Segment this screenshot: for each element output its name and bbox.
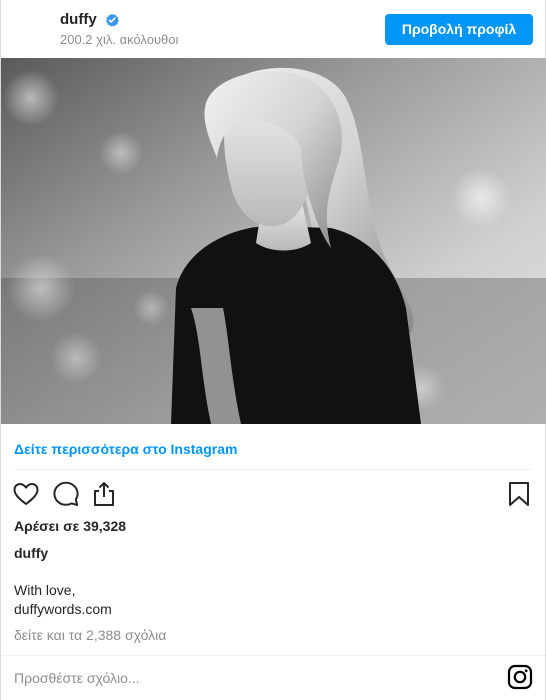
username[interactable]: duffy	[60, 11, 97, 29]
view-profile-button[interactable]: Προβολή προφίλ	[385, 14, 533, 45]
caption-line-1: With love,	[14, 582, 76, 598]
followers-count: 200.2 χιλ. ακόλουθοι	[60, 32, 179, 47]
add-comment-input[interactable]: Προσθέστε σχόλιο...	[14, 669, 140, 687]
comment-icon[interactable]	[52, 480, 80, 508]
caption-line-2: duffywords.com	[14, 601, 112, 617]
post-header: duffy 200.2 χιλ. ακόλουθοι Προβολή προφί…	[1, 0, 545, 58]
share-icon[interactable]	[90, 480, 118, 508]
divider	[14, 469, 532, 470]
post-photo-graphic	[1, 58, 546, 424]
caption-text: With love, duffywords.com	[14, 581, 112, 619]
post-photo[interactable]	[1, 58, 546, 424]
instagram-glyph-icon[interactable]	[507, 664, 533, 690]
instagram-embed: duffy 200.2 χιλ. ακόλουθοι Προβολή προφί…	[0, 0, 546, 700]
bookmark-icon[interactable]	[505, 480, 533, 508]
view-comments-link[interactable]: δείτε και τα 2,388 σχόλια	[14, 626, 166, 644]
likes-count[interactable]: Αρέσει σε 39,328	[14, 517, 126, 535]
heart-icon[interactable]	[12, 480, 40, 508]
caption-username[interactable]: duffy	[14, 544, 48, 562]
divider	[1, 655, 545, 656]
avatar[interactable]	[13, 10, 51, 48]
view-more-link[interactable]: Δείτε περισσότερα στο Instagram	[14, 440, 237, 458]
verified-badge-icon	[105, 13, 119, 27]
